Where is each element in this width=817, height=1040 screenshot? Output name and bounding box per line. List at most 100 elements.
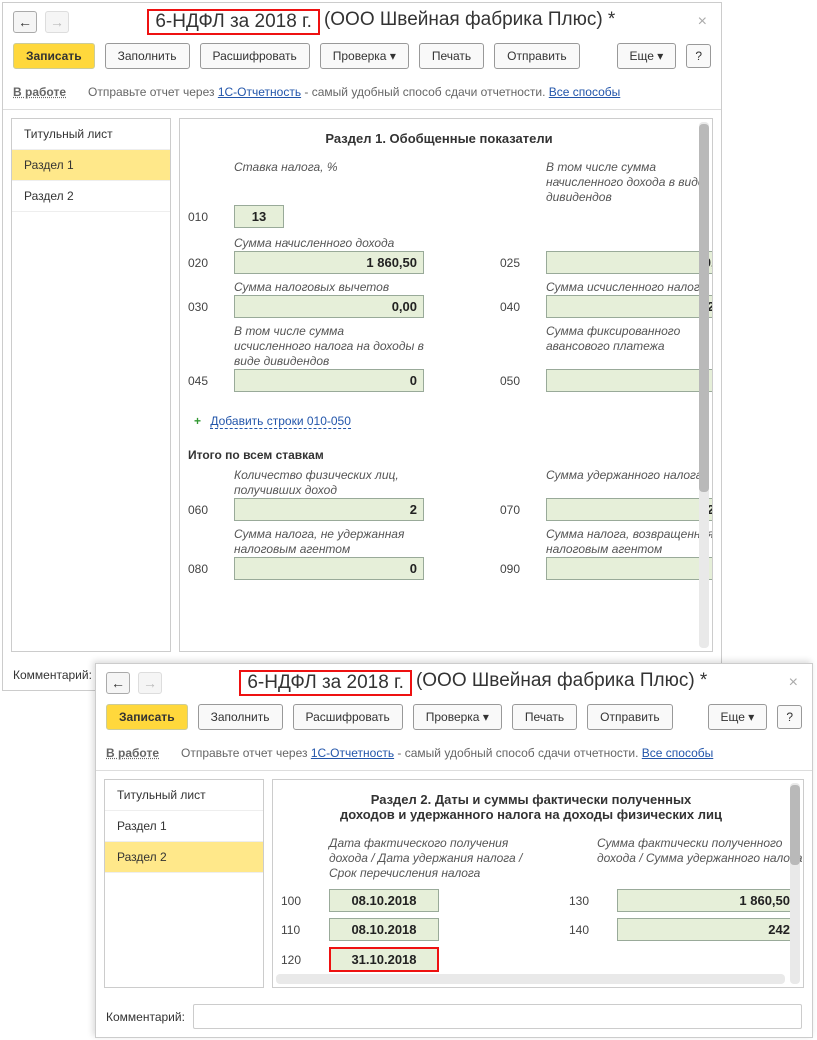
section2-title: Раздел 2. Даты и суммы фактически получе… [281, 792, 781, 822]
close-icon[interactable]: × [694, 13, 711, 31]
close-icon[interactable]: × [785, 674, 802, 692]
window-section2: ← → 6-НДФЛ за 2018 г. (ООО Швейная фабри… [95, 663, 813, 1038]
print-button[interactable]: Печать [512, 704, 577, 730]
code-140: 140 [569, 923, 607, 937]
decode-button[interactable]: Расшифровать [200, 43, 310, 69]
sidebar-item-section2[interactable]: Раздел 2 [105, 842, 263, 873]
help-button[interactable]: ? [686, 44, 711, 68]
dropdown-icon: ▾ [748, 710, 754, 724]
content-panel: Раздел 2. Даты и суммы фактически получе… [272, 779, 804, 988]
sections-sidebar: Титульный лист Раздел 1 Раздел 2 [104, 779, 264, 988]
link-1c-reporting[interactable]: 1С-Отчетность [311, 746, 394, 760]
field-080[interactable] [234, 557, 424, 580]
window-title: 6-НДФЛ за 2018 г. (ООО Швейная фабрика П… [170, 670, 777, 696]
vertical-scrollbar[interactable] [699, 122, 709, 648]
field-140[interactable] [617, 918, 797, 941]
field-070[interactable] [546, 498, 713, 521]
send-button[interactable]: Отправить [494, 43, 580, 69]
label-040: Сумма исчисленного налога [546, 280, 713, 295]
label-060: Количество физических лиц, получивших до… [234, 468, 424, 498]
field-120[interactable] [329, 947, 439, 972]
field-040[interactable] [546, 295, 713, 318]
fill-button[interactable]: Заполнить [105, 43, 190, 69]
comment-input[interactable] [193, 1004, 802, 1029]
label-050: Сумма фиксированного авансового платежа [546, 324, 713, 369]
field-030[interactable] [234, 295, 424, 318]
code-020: 020 [188, 256, 226, 270]
nav-back-button[interactable]: ← [13, 11, 37, 33]
decode-button[interactable]: Расшифровать [293, 704, 403, 730]
label-070: Сумма удержанного налога [546, 468, 713, 498]
nav-forward-button: → [45, 11, 69, 33]
help-button[interactable]: ? [777, 705, 802, 729]
code-100: 100 [281, 894, 319, 908]
status-label[interactable]: В работе [106, 746, 171, 760]
total-heading: Итого по всем ставкам [188, 448, 690, 462]
field-050[interactable] [546, 369, 713, 392]
status-label[interactable]: В работе [13, 85, 78, 99]
title-highlight: 6-НДФЛ за 2018 г. [147, 9, 320, 35]
code-040: 040 [500, 300, 538, 314]
sidebar-item-section2[interactable]: Раздел 2 [12, 181, 170, 212]
field-110[interactable] [329, 918, 439, 941]
label-025: В том числе сумма начисленного дохода в … [546, 160, 713, 205]
comment-label: Комментарий: [13, 668, 92, 682]
content-panel: Раздел 1. Обобщенные показатели Ставка н… [179, 118, 713, 652]
section1-title: Раздел 1. Обобщенные показатели [188, 131, 690, 146]
sidebar-item-title-page[interactable]: Титульный лист [105, 780, 263, 811]
info-text: Отправьте отчет через 1С-Отчетность - са… [88, 85, 620, 99]
more-button[interactable]: Еще ▾ [708, 704, 768, 730]
code-110: 110 [281, 923, 319, 937]
window-section1: ← → 6-НДФЛ за 2018 г. (ООО Швейная фабри… [2, 2, 722, 691]
save-button[interactable]: Записать [106, 704, 188, 730]
code-045: 045 [188, 374, 226, 388]
nav-forward-button: → [138, 672, 162, 694]
field-060[interactable] [234, 498, 424, 521]
label-right: Сумма фактически полученного дохода / Су… [597, 836, 804, 881]
code-070: 070 [500, 503, 538, 517]
sidebar-item-section1[interactable]: Раздел 1 [105, 811, 263, 842]
sidebar-item-title-page[interactable]: Титульный лист [12, 119, 170, 150]
code-080: 080 [188, 562, 226, 576]
save-button[interactable]: Записать [13, 43, 95, 69]
code-050: 050 [500, 374, 538, 388]
field-045[interactable] [234, 369, 424, 392]
fill-button[interactable]: Заполнить [198, 704, 283, 730]
vertical-scrollbar[interactable] [790, 783, 800, 984]
check-button[interactable]: Проверка ▾ [320, 43, 409, 69]
title-rest: (ООО Швейная фабрика Плюс) * [416, 670, 707, 696]
dropdown-icon: ▾ [390, 49, 396, 63]
label-045: В том числе сумма исчисленного налога на… [234, 324, 424, 369]
link-1c-reporting[interactable]: 1С-Отчетность [218, 85, 301, 99]
label-030: Сумма налоговых вычетов [234, 280, 424, 295]
link-all-methods[interactable]: Все способы [549, 85, 621, 99]
link-all-methods[interactable]: Все способы [642, 746, 714, 760]
add-lines-link[interactable]: Добавить строки 010-050 [210, 414, 351, 429]
sidebar-item-section1[interactable]: Раздел 1 [12, 150, 170, 181]
label-090: Сумма налога, возвращенная налоговым аге… [546, 527, 713, 557]
print-button[interactable]: Печать [419, 43, 484, 69]
field-100[interactable] [329, 889, 439, 912]
title-rest: (ООО Швейная фабрика Плюс) * [324, 9, 615, 35]
code-030: 030 [188, 300, 226, 314]
field-090[interactable] [546, 557, 713, 580]
check-button[interactable]: Проверка ▾ [413, 704, 502, 730]
dropdown-icon: ▾ [657, 49, 663, 63]
sections-sidebar: Титульный лист Раздел 1 Раздел 2 [11, 118, 171, 652]
code-010: 010 [188, 210, 226, 224]
send-button[interactable]: Отправить [587, 704, 673, 730]
info-text: Отправьте отчет через 1С-Отчетность - са… [181, 746, 713, 760]
horizontal-scrollbar[interactable] [276, 974, 785, 984]
code-060: 060 [188, 503, 226, 517]
field-025[interactable] [546, 251, 713, 274]
code-025: 025 [500, 256, 538, 270]
label-080: Сумма налога, не удержанная налоговым аг… [234, 527, 424, 557]
label-rate: Ставка налога, % [234, 160, 424, 175]
nav-back-button[interactable]: ← [106, 672, 130, 694]
dropdown-icon: ▾ [483, 710, 489, 724]
label-left: Дата фактического получения дохода / Дат… [329, 836, 539, 881]
field-010[interactable] [234, 205, 284, 228]
field-020[interactable] [234, 251, 424, 274]
field-130[interactable] [617, 889, 797, 912]
more-button[interactable]: Еще ▾ [617, 43, 677, 69]
